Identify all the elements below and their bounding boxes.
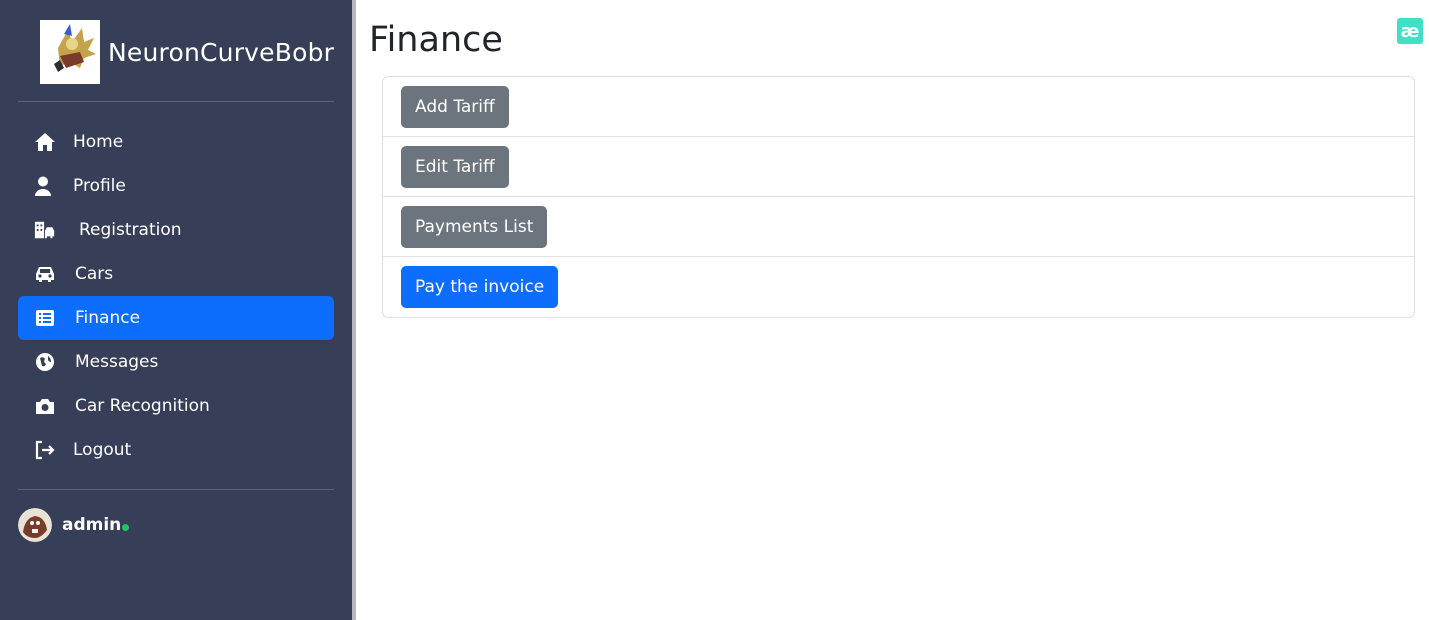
brand[interactable]: NeuronCurveBobr	[40, 20, 334, 84]
globe-icon	[34, 351, 56, 373]
username: admin	[62, 515, 122, 535]
finance-actions-card: Add Tariff Edit Tariff Payments List Pay…	[382, 76, 1415, 318]
user-icon	[32, 175, 54, 197]
sidebar-item-messages[interactable]: Messages	[18, 340, 334, 384]
page-title: Finance	[369, 20, 503, 60]
add-tariff-button[interactable]: Add Tariff	[401, 85, 509, 128]
home-icon	[34, 131, 56, 153]
sidebar-item-home[interactable]: Home	[18, 120, 334, 164]
sidebar-item-label: Home	[73, 132, 124, 152]
sidebar-item-label: Finance	[75, 308, 141, 328]
list-item: Edit Tariff	[383, 137, 1414, 197]
avatar	[18, 508, 52, 542]
brand-title: NeuronCurveBobr	[108, 37, 335, 67]
sidebar-nav: Home Profile Registration Cars Finance M…	[18, 120, 334, 472]
sidebar-item-label: Messages	[75, 352, 159, 372]
sidebar-item-profile[interactable]: Profile	[18, 164, 334, 208]
list-item: Pay the invoice	[383, 257, 1414, 317]
sidebar-item-logout[interactable]: Logout	[18, 428, 334, 472]
sidebar-edge	[352, 0, 356, 620]
sidebar-item-finance[interactable]: Finance	[18, 296, 334, 340]
sidebar: NeuronCurveBobr Home Profile Registratio…	[0, 0, 352, 620]
sidebar-item-label: Car Recognition	[75, 396, 210, 416]
extension-badge-icon[interactable]: æ	[1397, 18, 1423, 44]
camera-icon	[34, 395, 56, 417]
sidebar-item-cars[interactable]: Cars	[18, 252, 334, 296]
sidebar-divider-top	[18, 101, 334, 102]
pay-invoice-button[interactable]: Pay the invoice	[401, 266, 559, 308]
sidebar-item-label: Profile	[73, 176, 126, 196]
list-item: Payments List	[383, 197, 1414, 257]
brand-logo-icon	[40, 20, 100, 84]
sidebar-item-label: Cars	[75, 264, 114, 284]
sidebar-item-registration[interactable]: Registration	[18, 208, 334, 252]
logout-icon	[34, 439, 56, 461]
user-menu[interactable]: admin	[18, 508, 130, 542]
edit-tariff-button[interactable]: Edit Tariff	[401, 145, 509, 188]
sidebar-divider-bottom	[18, 489, 334, 490]
car-icon	[34, 263, 56, 285]
list-item: Add Tariff	[383, 77, 1414, 137]
sidebar-item-label: Registration	[79, 220, 182, 240]
building-car-icon	[34, 219, 56, 241]
list-icon	[34, 307, 56, 329]
sidebar-item-car-recognition[interactable]: Car Recognition	[18, 384, 334, 428]
online-status-dot	[122, 523, 130, 531]
payments-list-button[interactable]: Payments List	[401, 205, 548, 248]
sidebar-item-label: Logout	[73, 440, 132, 460]
